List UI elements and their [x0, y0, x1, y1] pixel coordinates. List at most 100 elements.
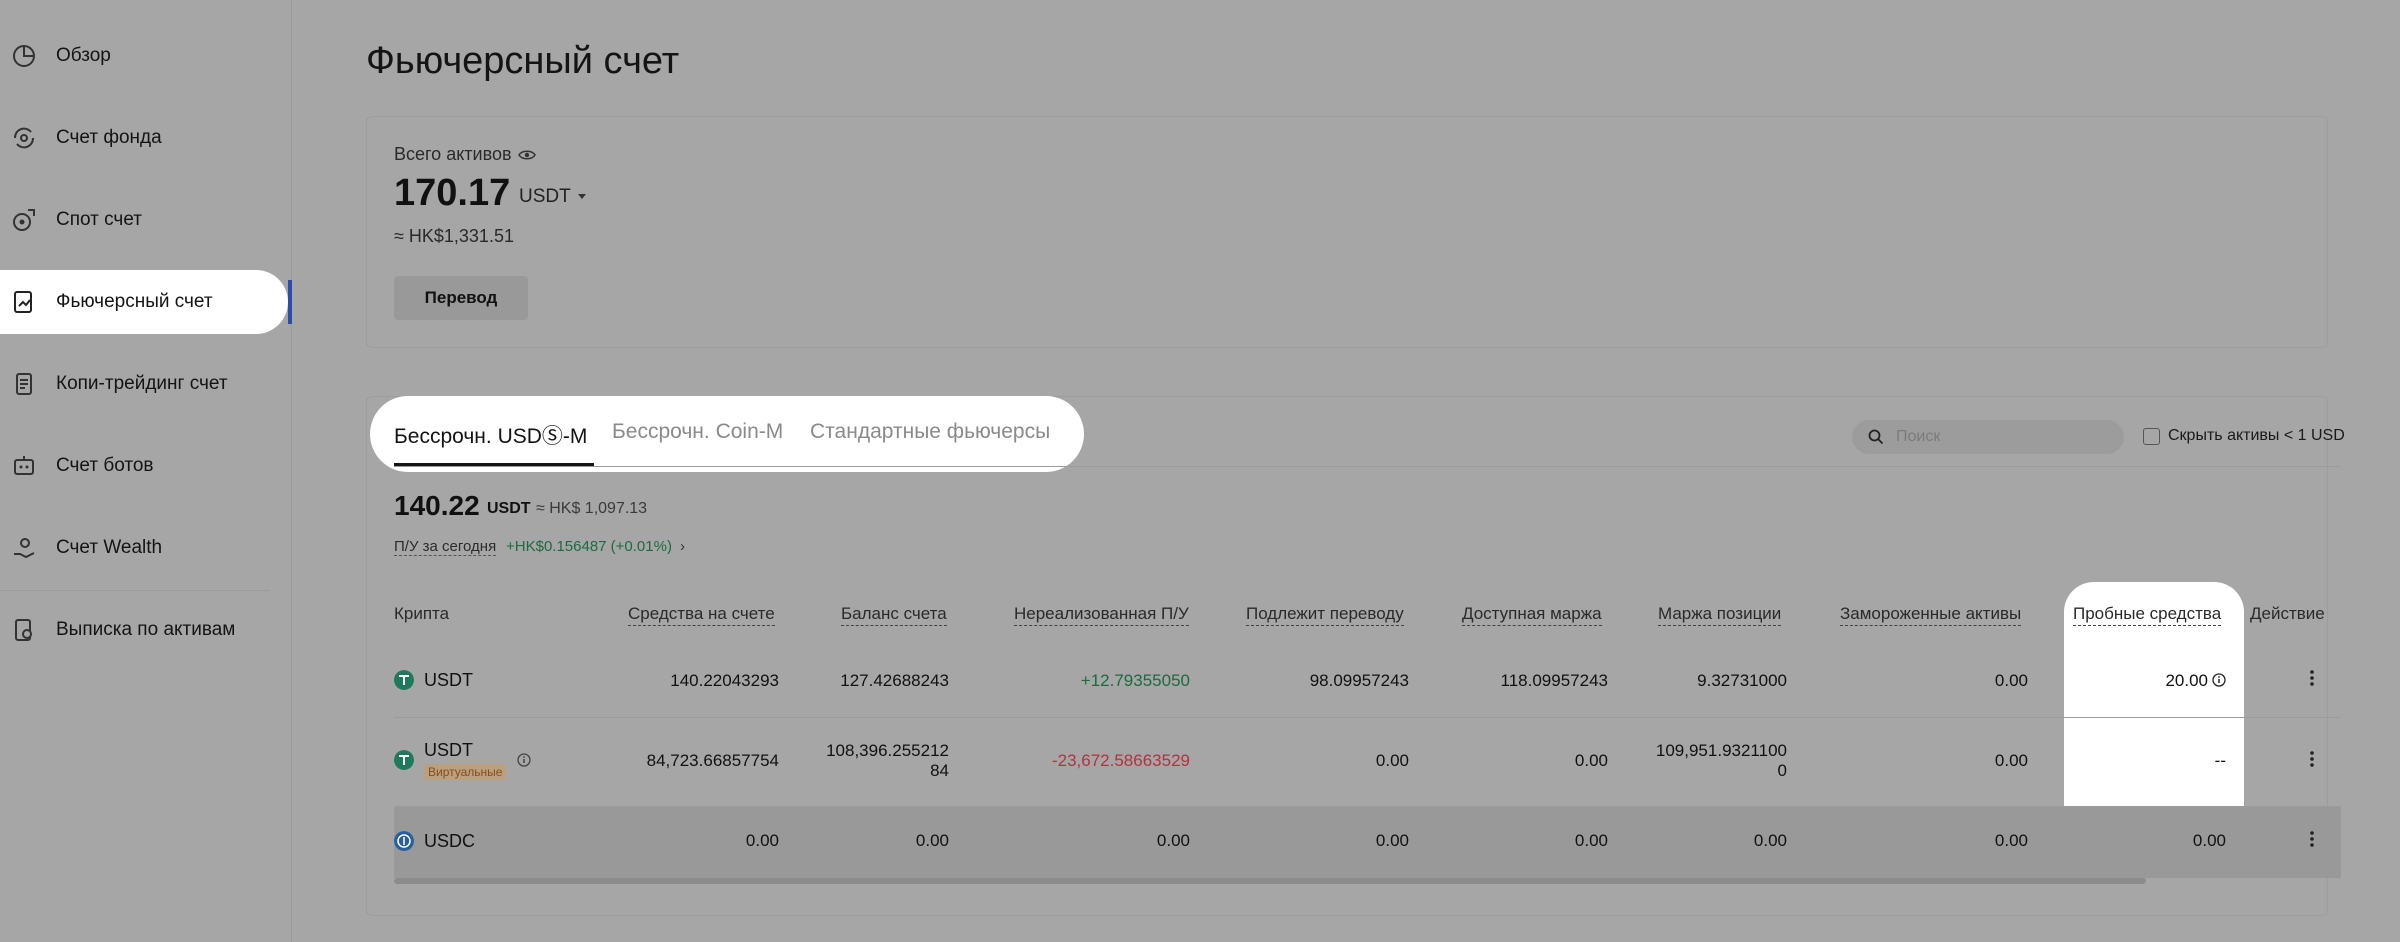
transfer-button[interactable]: Перевод	[394, 276, 528, 320]
tab-standard-futures[interactable]: Стандартные фьючерсы	[810, 420, 1050, 444]
header-available-margin[interactable]: Доступная маржа	[1462, 604, 1602, 626]
sidebar-item-statement[interactable]: Выписка по активам	[0, 598, 290, 662]
row-hover-bg	[394, 806, 2341, 878]
sidebar-divider	[0, 590, 270, 591]
cell-available-margin: 0.00	[1574, 831, 1608, 850]
sidebar-item-overview[interactable]: Обзор	[0, 24, 290, 88]
sidebar-item-label: Счет ботов	[56, 455, 154, 476]
cell-frozen: 0.00	[1994, 751, 2028, 770]
cell-trial: --	[2214, 751, 2226, 770]
overview-card	[366, 116, 2328, 348]
sidebar-item-label: Счет фонда	[56, 127, 162, 148]
cell-balance: 108,396.255212 84	[826, 741, 949, 781]
cell-transferable: 98.09957243	[1309, 671, 1409, 690]
total-assets-text: Всего активов	[394, 144, 512, 164]
cell-balance: 127.42688243	[840, 671, 949, 690]
cell-available-margin: 0.00	[1574, 751, 1608, 770]
usdm-balance-unit: USDT	[487, 500, 531, 517]
header-unrealized[interactable]: Нереализованная П/У	[1014, 604, 1189, 626]
coin-name: USDT	[424, 740, 473, 760]
eye-icon[interactable]	[517, 149, 536, 161]
cell-available-margin: 118.09957243	[1500, 671, 1608, 690]
cell-position-margin-line2: 0	[1777, 761, 1787, 780]
sidebar-item-label: Счет Wealth	[56, 537, 163, 558]
cell-unrealized: -23,672.58663529	[1051, 751, 1190, 770]
info-icon[interactable]	[517, 753, 531, 767]
cell-unrealized: +12.79355050	[1080, 671, 1190, 690]
search-icon	[1868, 429, 1884, 445]
sidebar-item-futures[interactable]: Фьючерсный счет	[0, 270, 288, 334]
tabs-divider	[394, 466, 2341, 467]
usdm-balance-value: 140.22	[394, 490, 480, 521]
active-indicator	[288, 280, 292, 324]
tab-coin-m[interactable]: Бессрочн. Coin-M	[612, 420, 783, 444]
cell-funds: 0.00	[745, 831, 779, 850]
usdt-icon	[394, 670, 414, 690]
header-frozen[interactable]: Замороженные активы	[1840, 604, 2022, 626]
chevron-right-icon[interactable]: ›	[680, 538, 685, 555]
pnl-today-label[interactable]: П/У за сегодня	[394, 538, 497, 556]
header-crypto: Крипта	[394, 604, 450, 623]
cell-funds: 84,723.66857754	[646, 751, 779, 770]
cell-funds: 140.22043293	[670, 671, 779, 690]
usdm-balance-approx: ≈ HK$ 1,097.13	[536, 500, 648, 517]
hide-small-label: Скрыть активы < 1 USD	[2168, 427, 2345, 444]
cell-position-margin: 9.32731000	[1697, 671, 1787, 690]
sidebar-item-spot[interactable]: Спот счет	[0, 188, 290, 252]
cell-balance: 0.00	[915, 831, 949, 850]
spot-coin-icon	[13, 209, 35, 231]
sidebar-item-copy-trading[interactable]: Копи-трейдинг счет	[0, 352, 290, 416]
cell-position-margin-line1: 109,951.9321100	[1655, 741, 1787, 760]
sidebar-item-bots[interactable]: Счет ботов	[0, 434, 290, 498]
bot-icon	[14, 456, 34, 475]
hide-small-checkbox[interactable]	[2143, 427, 2160, 445]
coin-name: USDT	[424, 670, 473, 690]
header-action: Действие	[2250, 604, 2325, 623]
cell-transferable: 0.00	[1375, 831, 1409, 850]
header-funds[interactable]: Средства на счете	[628, 604, 775, 626]
total-assets-approx: ≈ HK$1,331.51	[394, 226, 514, 246]
search-input[interactable]	[1896, 428, 2096, 446]
sidebar-item-label: Копи-трейдинг счет	[56, 373, 228, 394]
page-title: Фьючерсный счет	[366, 40, 680, 82]
cell-trial: 0.00	[2192, 831, 2226, 850]
header-trial[interactable]: Пробные средства	[2073, 604, 2222, 626]
total-assets-value: 170.17	[394, 172, 511, 214]
sidebar-item-label: Фьючерсный счет	[56, 291, 213, 312]
cell-trial: 20.00	[2165, 671, 2208, 690]
currency-label: USDT	[519, 186, 571, 207]
pie-chart-icon	[13, 45, 35, 67]
hide-small-assets-toggle[interactable]: Скрыть активы < 1 USD	[2143, 427, 2345, 445]
more-actions-icon[interactable]	[2302, 829, 2322, 849]
cell-balance-line2: 84	[930, 761, 949, 780]
currency-selector[interactable]: USDT	[519, 186, 587, 208]
coin-name: USDC	[424, 831, 476, 851]
cell-position-margin: 109,951.9321100 0	[1656, 741, 1787, 781]
cell-transferable: 0.00	[1375, 751, 1409, 770]
virtual-badge: Виртуальные	[424, 764, 507, 780]
futures-doc-icon	[14, 291, 32, 313]
cell-balance-line1: 108,396.255212	[826, 741, 949, 760]
info-icon[interactable]	[2212, 673, 2226, 687]
usdc-icon	[394, 831, 414, 851]
header-balance[interactable]: Баланс счета	[841, 604, 947, 626]
header-position-margin[interactable]: Маржа позиции	[1658, 604, 1782, 626]
sidebar-item-fund[interactable]: Счет фонда	[0, 106, 290, 170]
row-divider	[394, 806, 2341, 807]
usdt-icon	[394, 750, 414, 770]
pnl-today-value: +HK$0.156487 (+0.01%)	[506, 538, 672, 555]
header-transferable[interactable]: Подлежит переводу	[1246, 604, 1404, 626]
sidebar: Обзор Счет фонда Спот счет Фьючерсный сч…	[0, 0, 292, 942]
tab-usds-m[interactable]: Бессрочн. USDⓈ-M	[394, 420, 587, 450]
sidebar-item-wealth[interactable]: Счет Wealth	[0, 516, 290, 580]
cell-frozen: 0.00	[1994, 671, 2028, 690]
more-actions-icon[interactable]	[2302, 668, 2322, 688]
horizontal-scrollbar[interactable]	[394, 878, 2146, 884]
cell-frozen: 0.00	[1994, 831, 2028, 850]
cell-position-margin: 0.00	[1753, 831, 1787, 850]
more-actions-icon[interactable]	[2302, 749, 2322, 769]
copy-trading-icon	[16, 373, 32, 395]
total-assets-label: Всего активов	[394, 144, 536, 165]
search-box[interactable]	[1852, 420, 2124, 454]
caret-down-icon	[577, 194, 586, 199]
